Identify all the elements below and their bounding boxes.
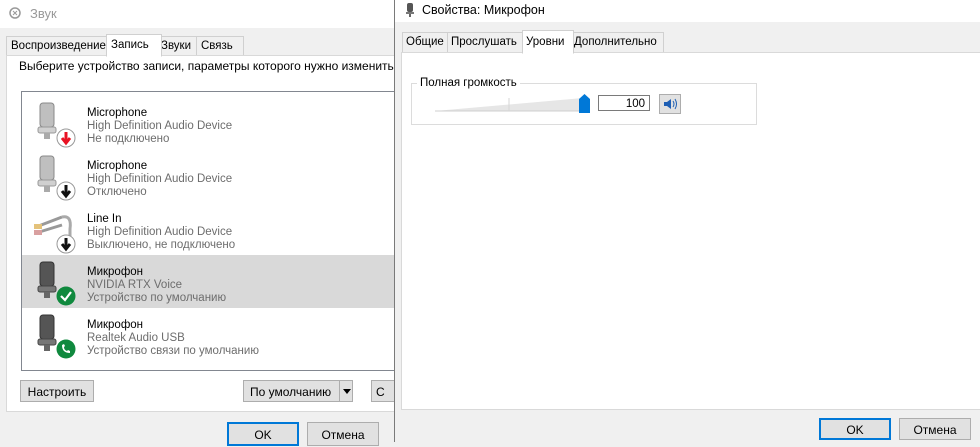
device-status: Устройство по умолчанию [87, 292, 227, 304]
properties-cancel-button[interactable]: Отмена [899, 418, 971, 440]
device-driver: NVIDIA RTX Voice [87, 279, 183, 291]
phone-green-icon [56, 339, 76, 362]
device-status: Устройство связи по умолчанию [87, 345, 259, 357]
microphone-icon [405, 2, 415, 21]
chevron-down-icon[interactable] [339, 381, 354, 401]
sound-cancel-button[interactable]: Отмена [307, 422, 379, 446]
tab-levels[interactable]: Уровни [522, 30, 574, 54]
configure-button[interactable]: Настроить [20, 380, 94, 402]
arrow-down-black-icon [56, 181, 76, 204]
volume-value-field[interactable]: 100 [598, 95, 650, 111]
checkmark-green-icon [56, 286, 76, 309]
tab-recording[interactable]: Запись [106, 34, 162, 57]
sound-app-icon [8, 6, 24, 22]
arrow-down-red-icon [56, 128, 76, 151]
volume-slider[interactable] [435, 98, 583, 112]
device-status: Выключено, не подключено [87, 239, 236, 251]
device-name: Microphone [87, 160, 148, 172]
tab-advanced[interactable]: Дополнительно [570, 32, 664, 53]
sound-window: Звук Воспроизведение Запись Звуки Связь … [0, 0, 403, 446]
device-status: Не подключено [87, 133, 170, 145]
device-name: Line In [87, 213, 122, 225]
volume-group-label: Полная громкость [417, 77, 520, 89]
device-driver: High Definition Audio Device [87, 226, 233, 238]
device-driver: Realtek Audio USB [87, 332, 185, 344]
mute-button[interactable] [659, 94, 681, 114]
device-name: Microphone [87, 107, 148, 119]
sound-titlebar: Звук [0, 0, 400, 28]
device-name: Микрофон [87, 319, 144, 331]
device-driver: High Definition Audio Device [87, 173, 233, 185]
instruction-text: Выберите устройство записи, параметры ко… [19, 59, 398, 73]
sound-ok-button[interactable]: OK [227, 422, 299, 446]
tab-playback[interactable]: Воспроизведение [6, 36, 112, 56]
properties-titlebar: Свойства: Микрофон [395, 0, 980, 22]
list-item[interactable]: Микрофон Realtek Audio USB Устройство св… [22, 308, 402, 361]
properties-ok-button[interactable]: OK [819, 418, 891, 440]
device-status: Отключено [87, 186, 147, 198]
properties-window-title: Свойства: Микрофон [422, 3, 545, 17]
device-list[interactable]: Microphone High Definition Audio Device … [21, 91, 403, 371]
speaker-icon [664, 98, 677, 110]
sound-window-title: Звук [30, 6, 57, 21]
set-default-button[interactable]: По умолчанию [243, 380, 353, 402]
list-item-selected[interactable]: Микрофон NVIDIA RTX Voice Устройство по … [22, 255, 402, 308]
list-item[interactable]: Line In High Definition Audio Device Вык… [22, 202, 402, 255]
list-item[interactable]: Microphone High Definition Audio Device … [22, 96, 402, 149]
tab-general[interactable]: Общие [402, 32, 450, 53]
tab-listen[interactable]: Прослушать [447, 32, 525, 53]
list-item[interactable]: Microphone High Definition Audio Device … [22, 149, 402, 202]
arrow-down-black-icon [56, 234, 76, 257]
device-name: Микрофон [87, 266, 144, 278]
properties-window: Свойства: Микрофон Общие Прослушать Уров… [394, 0, 980, 442]
device-driver: High Definition Audio Device [87, 120, 233, 132]
tab-communications[interactable]: Связь [196, 36, 244, 56]
volume-slider-thumb[interactable] [579, 94, 590, 113]
set-default-label: По умолчанию [250, 385, 332, 399]
